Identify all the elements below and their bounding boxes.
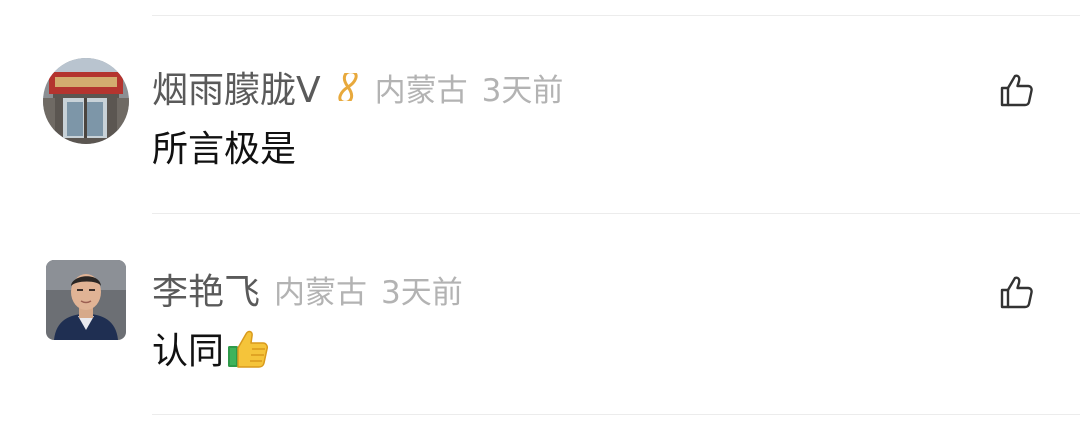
- divider-top: [152, 15, 1080, 16]
- location: 内蒙古: [274, 274, 368, 311]
- thumbs-up-outline-icon: [1000, 74, 1033, 107]
- comment-content: 认同: [152, 322, 270, 374]
- avatar[interactable]: [43, 58, 129, 144]
- comment-text: 所言极是: [152, 129, 297, 170]
- vip-infinity-badge-icon: [329, 73, 367, 101]
- divider: [152, 414, 1080, 415]
- timestamp: 3天前: [381, 274, 463, 311]
- comment-meta: 烟雨朦胧V 内蒙古 3天前: [152, 62, 563, 112]
- comment-item: 烟雨朦胧V 内蒙古 3天前 所言极是: [0, 58, 1080, 208]
- like-button[interactable]: [996, 272, 1036, 312]
- like-button[interactable]: [996, 70, 1036, 110]
- avatar[interactable]: [46, 260, 126, 340]
- username[interactable]: 烟雨朦胧V: [152, 61, 321, 113]
- comment-meta: 李艳飞 内蒙古 3天前: [152, 264, 463, 314]
- comment-text: 认同: [152, 331, 225, 372]
- comment-item: 李艳飞 内蒙古 3天前 认同: [0, 260, 1080, 410]
- username[interactable]: 李艳飞: [152, 263, 260, 315]
- timestamp: 3天前: [481, 72, 564, 109]
- thumbs-up-emoji-icon: [226, 326, 270, 370]
- location: 内蒙古: [374, 72, 468, 109]
- thumbs-up-outline-icon: [1000, 276, 1033, 309]
- divider: [152, 213, 1080, 214]
